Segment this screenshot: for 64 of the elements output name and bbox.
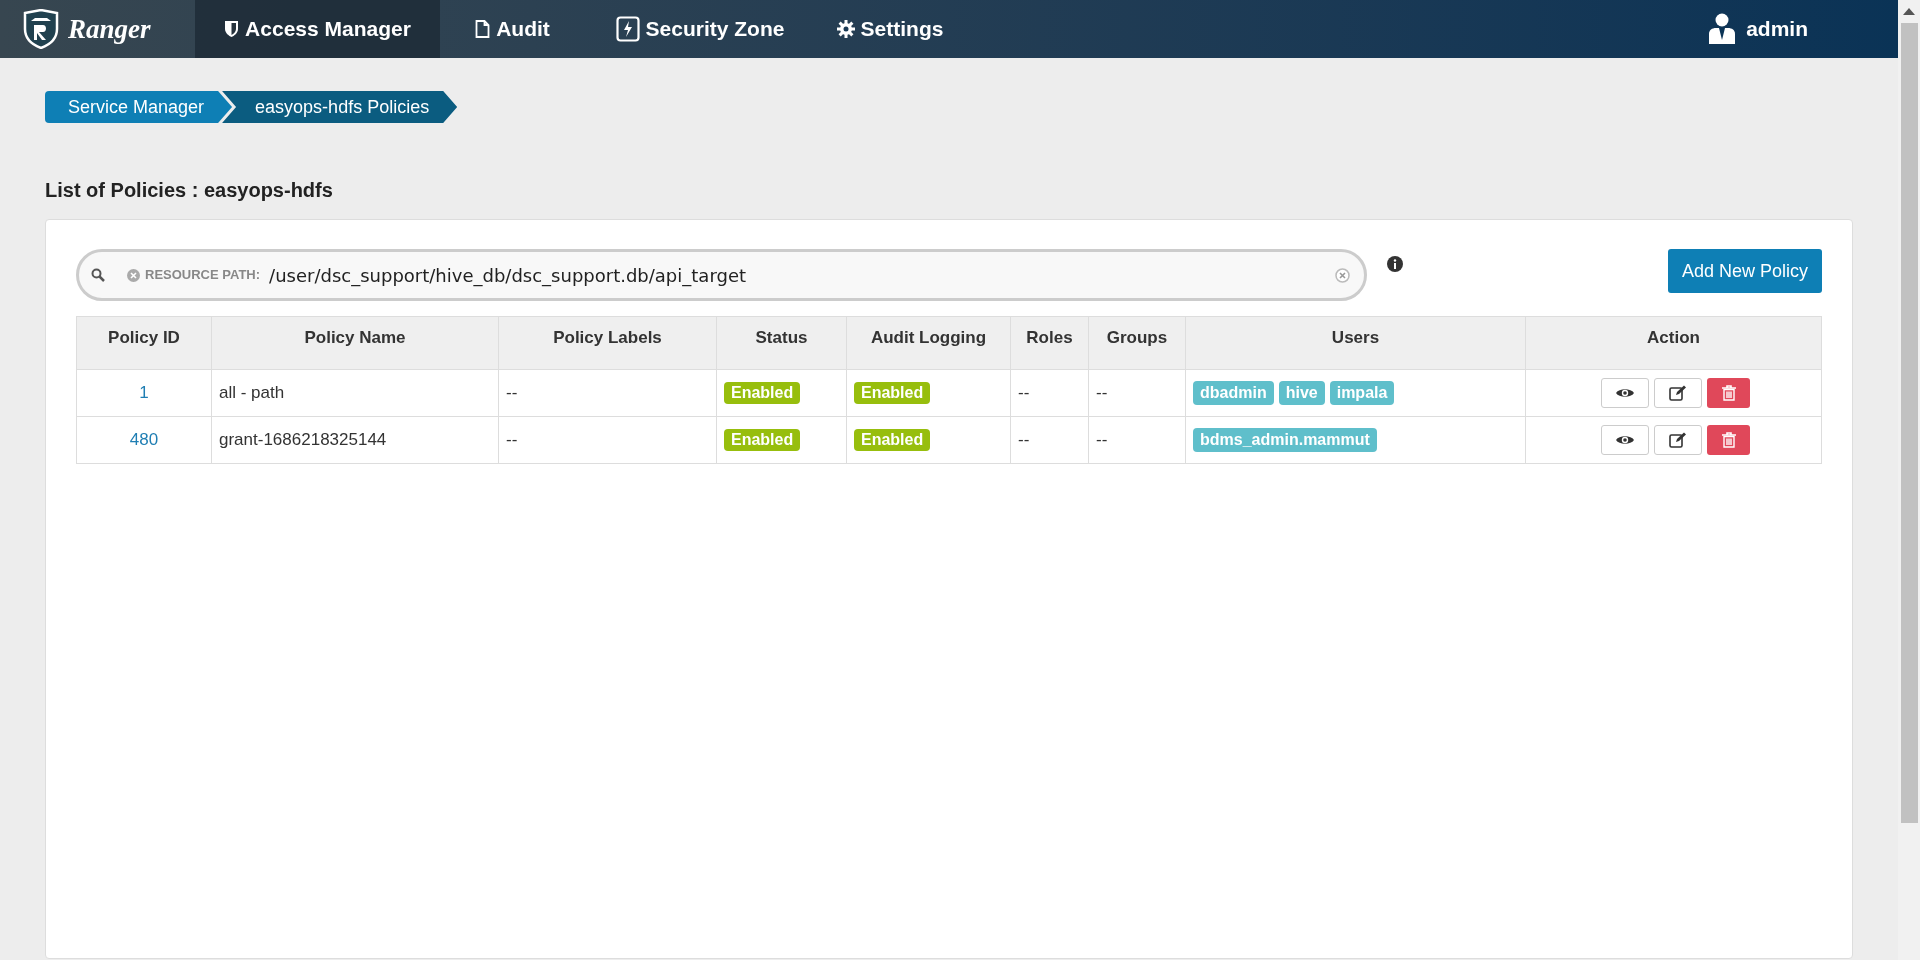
nav-tab[interactable]: Access Manager [195, 0, 440, 58]
settings-icon [836, 20, 855, 38]
breadcrumb-link[interactable]: easyops-hdfs Policies [222, 91, 458, 123]
filter-label: RESOURCE PATH: [145, 266, 261, 285]
column-header: Roles [1010, 316, 1089, 370]
user-tag: dbadmin [1193, 381, 1274, 405]
edit-icon [1669, 384, 1687, 402]
trash-icon [1721, 385, 1736, 401]
nav-tab[interactable]: Security Zone [585, 0, 815, 58]
view-button[interactable] [1601, 378, 1649, 408]
brand-name: Ranger [68, 12, 151, 46]
view-button[interactable] [1601, 425, 1649, 455]
file-icon [475, 20, 491, 38]
page-title: List of Policies : easyops-hdfs [45, 178, 334, 203]
eye-icon [1615, 387, 1635, 399]
shield-icon [224, 20, 240, 38]
trash-icon [1721, 432, 1736, 448]
column-header: Action [1525, 316, 1822, 370]
table-cell: all - path [211, 369, 499, 417]
table-cell: -- [1010, 416, 1089, 464]
table-cell: grant-1686218325144 [211, 416, 499, 464]
scrollbar-thumb[interactable] [1900, 23, 1918, 823]
nav-tab[interactable]: Settings [815, 0, 965, 58]
column-header: Groups [1088, 316, 1186, 370]
filter-value: /user/dsc_support/hive_db/dsc_support.db/api_target [269, 263, 747, 289]
breadcrumb-link[interactable]: Service Manager [45, 91, 233, 123]
scroll-up-icon[interactable] [1903, 8, 1915, 15]
column-header: Users [1185, 316, 1526, 370]
column-header: Policy ID [76, 316, 212, 370]
delete-button[interactable] [1707, 378, 1750, 408]
search-icon [91, 268, 105, 282]
nav-tab[interactable]: Audit [440, 0, 585, 58]
audit-badge: Enabled [854, 429, 931, 452]
bolt-icon [615, 16, 640, 42]
edit-button[interactable] [1654, 378, 1702, 408]
table-cell: -- [1088, 416, 1186, 464]
table-cell: -- [1088, 369, 1186, 417]
user-menu[interactable]: admin [1708, 13, 1808, 45]
policy-id-link[interactable]: 480 [129, 430, 159, 450]
table-cell: -- [498, 369, 717, 417]
status-badge: Enabled [724, 382, 801, 405]
column-header: Policy Labels [498, 316, 717, 370]
user-tag: bdms_admin.mammut [1193, 428, 1377, 452]
column-header: Status [716, 316, 847, 370]
user-tag: hive [1278, 381, 1325, 405]
policy-id-link[interactable]: 1 [139, 383, 149, 403]
user-icon [1708, 13, 1737, 45]
audit-badge: Enabled [854, 382, 931, 405]
scrollbar[interactable] [1898, 0, 1920, 960]
table-cell: -- [498, 416, 717, 464]
column-header: Policy Name [211, 316, 499, 370]
eye-icon [1615, 434, 1635, 446]
delete-button[interactable] [1707, 425, 1750, 455]
column-header: Audit Logging [846, 316, 1011, 370]
edit-icon [1669, 431, 1687, 449]
search-field[interactable]: RESOURCE PATH: /user/dsc_support/hive_db/dsc_support.db/api_target [76, 249, 1367, 301]
clear-icon[interactable] [1335, 267, 1350, 283]
logo-icon [22, 9, 60, 49]
info-icon[interactable] [1387, 256, 1403, 272]
table-cell: -- [1010, 369, 1089, 417]
edit-button[interactable] [1654, 425, 1702, 455]
add-new-policy-button[interactable]: Add New Policy [1667, 249, 1822, 293]
status-badge: Enabled [724, 429, 801, 452]
user-tag: impala [1329, 381, 1395, 405]
